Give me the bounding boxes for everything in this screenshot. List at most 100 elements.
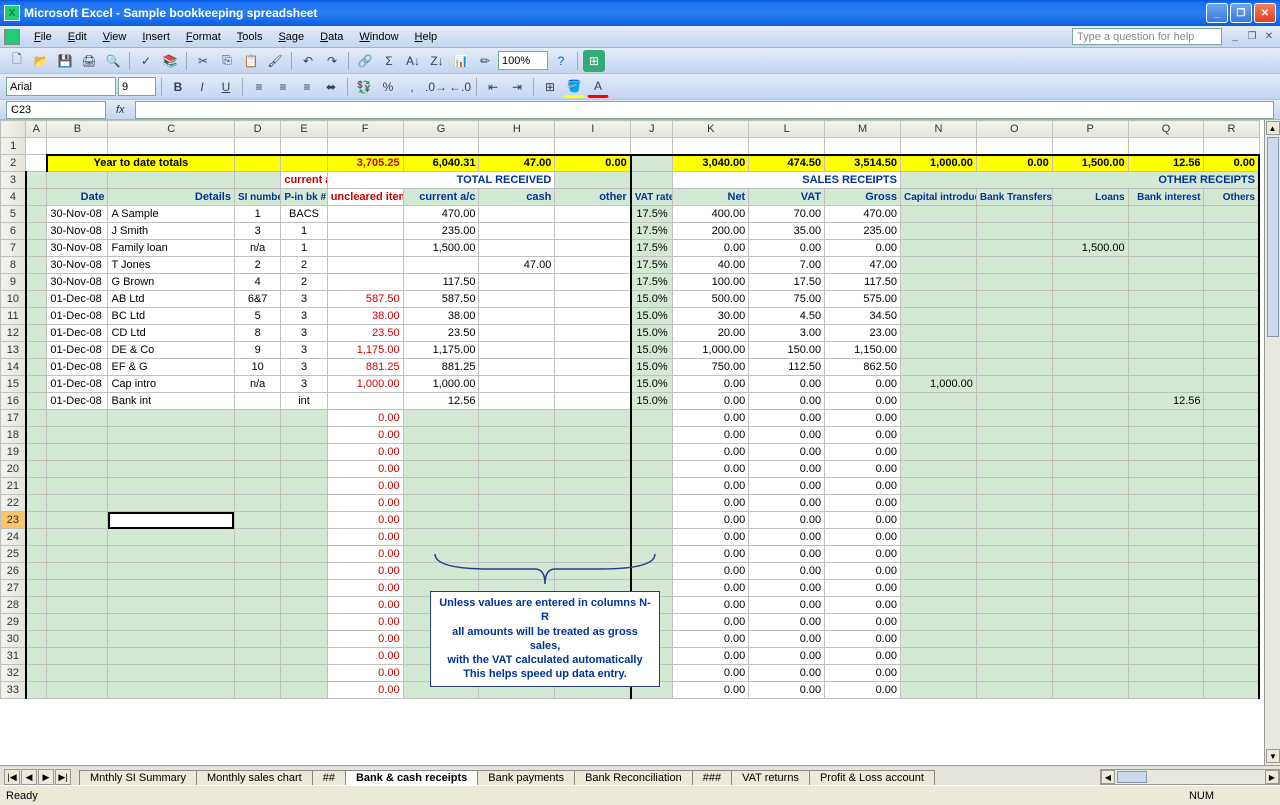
print-icon[interactable]: 🖨	[78, 50, 100, 72]
save-icon[interactable]: 💾	[54, 50, 76, 72]
menu-edit[interactable]: Edit	[60, 29, 95, 45]
scroll-thumb[interactable]	[1267, 137, 1279, 337]
col-header-J[interactable]: J	[631, 121, 673, 138]
menu-view[interactable]: View	[95, 29, 135, 45]
hyperlink-icon[interactable]: 🔗	[354, 50, 376, 72]
tab-nav-first-icon[interactable]: |◀	[4, 769, 20, 785]
col-header-F[interactable]: F	[327, 121, 403, 138]
spelling-icon[interactable]: ✓	[135, 50, 157, 72]
scroll-down-icon[interactable]: ▼	[1266, 749, 1280, 763]
sheet-tab[interactable]: ##	[312, 770, 346, 785]
comma-icon[interactable]: ,	[401, 76, 423, 98]
horizontal-scrollbar[interactable]: ◀ ▶	[1100, 769, 1280, 785]
doc-minimize-button[interactable]: _	[1228, 30, 1242, 44]
help-icon[interactable]: ?	[550, 50, 572, 72]
align-center-icon[interactable]: ≡	[272, 76, 294, 98]
chart-icon[interactable]: 📊	[450, 50, 472, 72]
redo-icon[interactable]: ↷	[321, 50, 343, 72]
sort-desc-icon[interactable]: Z↓	[426, 50, 448, 72]
cut-icon[interactable]: ✂	[192, 50, 214, 72]
sheet-tab[interactable]: VAT returns	[731, 770, 810, 785]
sort-asc-icon[interactable]: A↓	[402, 50, 424, 72]
tab-nav-next-icon[interactable]: ▶	[38, 769, 54, 785]
col-header-P[interactable]: P	[1052, 121, 1128, 138]
formula-input[interactable]	[135, 101, 1274, 119]
scroll-left-icon[interactable]: ◀	[1101, 770, 1115, 784]
currency-icon[interactable]: 💱	[353, 76, 375, 98]
zoom-combo[interactable]	[498, 51, 548, 70]
col-header-C[interactable]: C	[108, 121, 234, 138]
col-header-N[interactable]: N	[900, 121, 976, 138]
sheet-tab[interactable]: ###	[692, 770, 732, 785]
fill-color-icon[interactable]: 🪣	[563, 76, 585, 98]
undo-icon[interactable]: ↶	[297, 50, 319, 72]
maximize-button[interactable]: ❐	[1230, 3, 1252, 23]
autosum-icon[interactable]: Σ	[378, 50, 400, 72]
sheet-tab[interactable]: Profit & Loss account	[809, 770, 935, 785]
increase-decimal-icon[interactable]: .0→	[425, 76, 447, 98]
menu-data[interactable]: Data	[312, 29, 351, 45]
format-painter-icon[interactable]: 🖌	[264, 50, 286, 72]
minimize-button[interactable]: _	[1206, 3, 1228, 23]
scroll-right-icon[interactable]: ▶	[1265, 770, 1279, 784]
sheet-tab[interactable]: Bank & cash receipts	[345, 770, 478, 785]
menu-help[interactable]: Help	[407, 29, 446, 45]
decrease-decimal-icon[interactable]: ←.0	[449, 76, 471, 98]
name-box[interactable]: C23	[6, 101, 106, 119]
print-preview-icon[interactable]: 🔍	[102, 50, 124, 72]
close-button[interactable]: ✕	[1254, 3, 1276, 23]
select-all-cell[interactable]	[1, 121, 26, 138]
doc-restore-button[interactable]: ❐	[1245, 30, 1259, 44]
addin-icon[interactable]: ⊞	[583, 50, 605, 72]
menu-tools[interactable]: Tools	[229, 29, 271, 45]
borders-icon[interactable]: ⊞	[539, 76, 561, 98]
tab-nav-prev-icon[interactable]: ◀	[21, 769, 37, 785]
vertical-scrollbar[interactable]: ▲ ▼	[1264, 120, 1280, 765]
col-header-M[interactable]: M	[825, 121, 901, 138]
doc-close-button[interactable]: ✕	[1262, 30, 1276, 44]
col-header-R[interactable]: R	[1204, 121, 1259, 138]
col-header-D[interactable]: D	[234, 121, 280, 138]
sheet-tab[interactable]: Bank payments	[477, 770, 575, 785]
percent-icon[interactable]: %	[377, 76, 399, 98]
col-header-I[interactable]: I	[555, 121, 631, 138]
merge-center-icon[interactable]: ⬌	[320, 76, 342, 98]
menu-sage[interactable]: Sage	[270, 29, 312, 45]
font-size-combo[interactable]	[118, 77, 156, 96]
active-cell[interactable]	[108, 512, 234, 529]
sheet-tab[interactable]: Mnthly SI Summary	[79, 770, 197, 785]
menu-format[interactable]: Format	[178, 29, 229, 45]
drawing-icon[interactable]: ✏	[474, 50, 496, 72]
col-header-A[interactable]: A	[26, 121, 47, 138]
help-search-input[interactable]	[1072, 28, 1222, 45]
menu-insert[interactable]: Insert	[134, 29, 178, 45]
research-icon[interactable]: 📚	[159, 50, 181, 72]
font-color-icon[interactable]: A	[587, 76, 609, 98]
hscroll-thumb[interactable]	[1117, 771, 1147, 783]
col-header-Q[interactable]: Q	[1128, 121, 1204, 138]
sheet-tab[interactable]: Bank Reconciliation	[574, 770, 693, 785]
menu-file[interactable]: File	[26, 29, 60, 45]
open-icon[interactable]: 📂	[30, 50, 52, 72]
underline-icon[interactable]: U	[215, 76, 237, 98]
copy-icon[interactable]: ⎘	[216, 50, 238, 72]
new-icon[interactable]: 🗋	[6, 50, 28, 72]
col-header-E[interactable]: E	[281, 121, 327, 138]
col-header-K[interactable]: K	[673, 121, 749, 138]
fx-icon[interactable]: fx	[116, 104, 125, 116]
ytd-label[interactable]: Year to date totals	[47, 155, 235, 172]
bold-icon[interactable]: B	[167, 76, 189, 98]
menu-window[interactable]: Window	[351, 29, 406, 45]
tab-nav-last-icon[interactable]: ▶|	[55, 769, 71, 785]
col-header-L[interactable]: L	[749, 121, 825, 138]
col-header-B[interactable]: B	[47, 121, 108, 138]
col-header-G[interactable]: G	[403, 121, 479, 138]
col-header-O[interactable]: O	[976, 121, 1052, 138]
paste-icon[interactable]: 📋	[240, 50, 262, 72]
scroll-up-icon[interactable]: ▲	[1266, 121, 1280, 135]
font-name-combo[interactable]	[6, 77, 116, 96]
align-left-icon[interactable]: ≡	[248, 76, 270, 98]
spreadsheet-grid[interactable]: ABCDEFGHIJKLMNOPQR12Year to date totals3…	[0, 120, 1280, 765]
align-right-icon[interactable]: ≡	[296, 76, 318, 98]
italic-icon[interactable]: I	[191, 76, 213, 98]
